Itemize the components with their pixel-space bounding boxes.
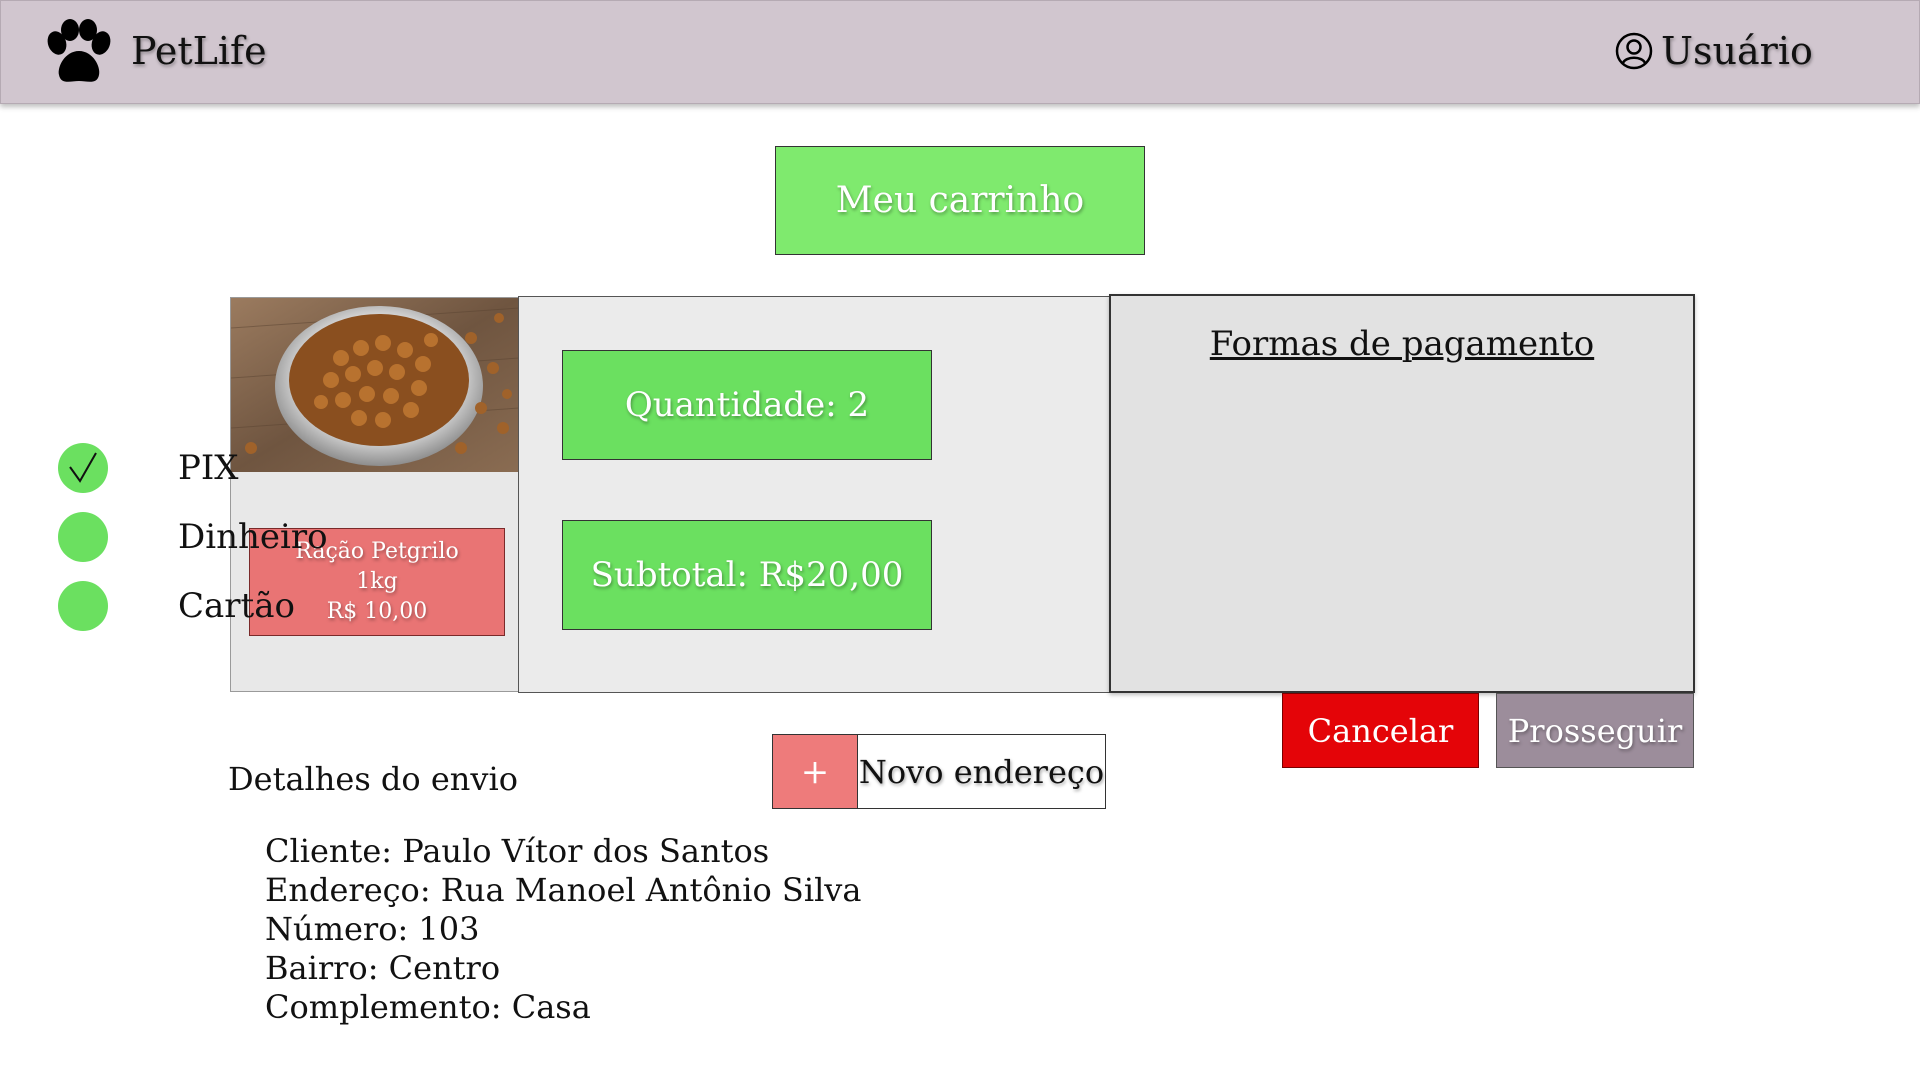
proceed-button[interactable]: Prosseguir [1496, 693, 1694, 768]
product-card: Ração Petgrilo 1kg R$ 10,00 [230, 297, 520, 692]
payment-option-label: PIX [178, 448, 239, 488]
payment-option-label: Cartão [178, 586, 295, 626]
shipping-number: Número: 103 [265, 910, 480, 948]
product-size: 1kg [356, 569, 398, 594]
new-address-label: Novo endereço [858, 752, 1105, 791]
top-header: PetLife Usuário [0, 0, 1920, 104]
payment-option-pix[interactable]: PIX [58, 443, 239, 493]
shipping-neighborhood: Bairro: Centro [265, 949, 501, 987]
payment-option-cartao[interactable]: Cartão [58, 581, 295, 631]
cart-title-button[interactable]: Meu carrinho [775, 146, 1145, 255]
radio-unselected[interactable] [58, 512, 108, 562]
order-summary-panel: Quantidade: 2 Subtotal: R$20,00 [518, 296, 1112, 693]
shipping-details: Cliente: Paulo Vítor dos Santos Endereço… [265, 832, 861, 1027]
subtotal-box: Subtotal: R$20,00 [562, 520, 932, 630]
paw-icon[interactable] [43, 19, 115, 87]
quantity-box[interactable]: Quantidade: 2 [562, 350, 932, 460]
radio-unselected[interactable] [58, 581, 108, 631]
payment-methods-panel: Formas de pagamento [1109, 294, 1695, 693]
user-circle-icon [1615, 32, 1653, 70]
shipping-title: Detalhes do envio [228, 760, 518, 798]
user-label: Usuário [1661, 29, 1813, 73]
brand-name[interactable]: PetLife [131, 25, 267, 77]
check-icon [69, 452, 97, 483]
cancel-button[interactable]: Cancelar [1282, 693, 1479, 768]
radio-selected[interactable] [58, 443, 108, 493]
user-menu[interactable]: Usuário [1615, 25, 1813, 77]
shipping-complement: Complemento: Casa [265, 988, 591, 1026]
product-image [231, 298, 519, 472]
plus-icon[interactable]: + [773, 735, 858, 808]
payment-option-dinheiro[interactable]: Dinheiro [58, 512, 328, 562]
shipping-address: Endereço: Rua Manoel Antônio Silva [265, 871, 862, 909]
product-price: R$ 10,00 [326, 599, 428, 624]
payment-title: Formas de pagamento [1209, 324, 1595, 364]
new-address-button[interactable]: + Novo endereço [772, 734, 1106, 809]
shipping-client: Cliente: Paulo Vítor dos Santos [265, 832, 770, 870]
payment-option-label: Dinheiro [178, 517, 328, 557]
